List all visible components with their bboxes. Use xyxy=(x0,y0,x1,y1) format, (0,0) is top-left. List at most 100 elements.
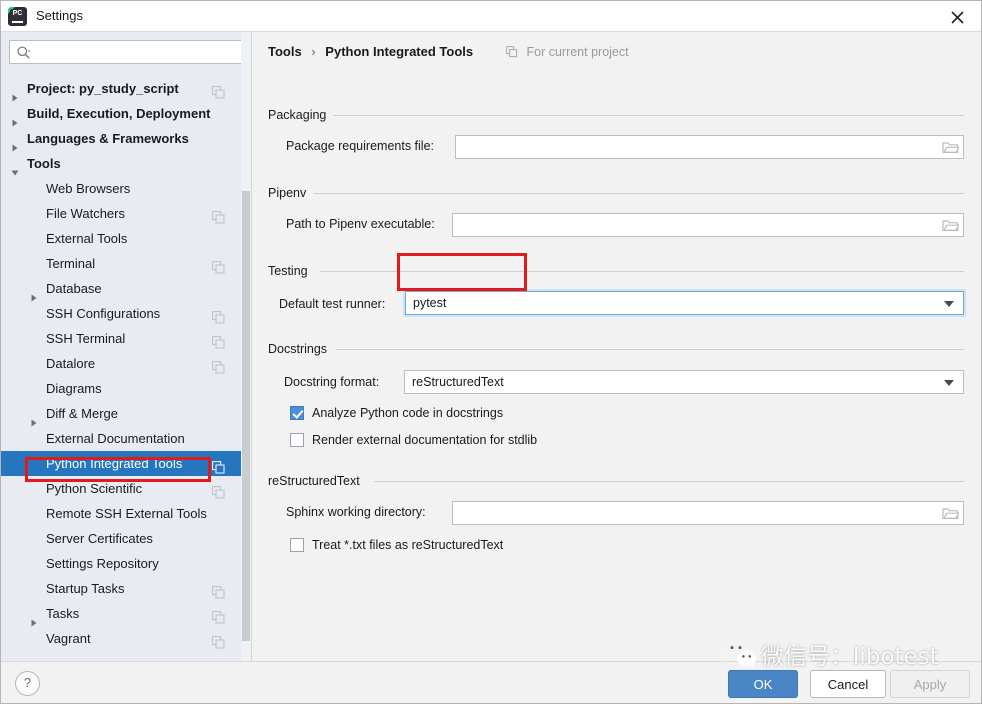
folder-icon[interactable] xyxy=(942,505,959,521)
sidebar-item-label: Vagrant xyxy=(46,626,91,651)
sphinx-directory-input[interactable] xyxy=(458,502,940,526)
breadcrumb-current: Python Integrated Tools xyxy=(325,44,473,59)
copy-icon[interactable] xyxy=(212,82,225,95)
section-rule-docstrings xyxy=(336,349,964,350)
sidebar-item-vagrant[interactable]: Vagrant xyxy=(1,626,241,651)
sidebar-item-settings-repository[interactable]: Settings Repository xyxy=(1,551,241,576)
sidebar-item-diff-merge[interactable]: Diff & Merge xyxy=(1,401,241,426)
copy-icon[interactable] xyxy=(212,257,225,270)
chevron-down-icon[interactable] xyxy=(11,160,18,168)
folder-icon[interactable] xyxy=(942,217,959,233)
sidebar-item-label: Tasks xyxy=(46,601,79,626)
dialog-footer: ? OK Cancel Apply xyxy=(1,661,982,704)
sidebar-item-web-browsers[interactable]: Web Browsers xyxy=(1,176,241,201)
sidebar-item-label: Server Certificates xyxy=(46,526,153,551)
copy-icon xyxy=(506,46,518,61)
search-input[interactable] xyxy=(36,41,240,65)
scope-label: For current project xyxy=(526,45,628,59)
breadcrumb-parent[interactable]: Tools xyxy=(268,44,302,59)
scope-indicator: For current project xyxy=(506,45,629,61)
section-title-pipenv: Pipenv xyxy=(268,186,313,200)
render-external-doc-checkbox[interactable] xyxy=(290,433,304,447)
copy-icon[interactable] xyxy=(212,357,225,370)
package-requirements-label: Package requirements file: xyxy=(286,139,434,153)
chevron-down-icon[interactable] xyxy=(944,380,954,386)
sidebar-item-datalore[interactable]: Datalore xyxy=(1,351,241,376)
copy-icon[interactable] xyxy=(212,607,225,620)
copy-icon[interactable] xyxy=(212,482,225,495)
pipenv-path-input[interactable] xyxy=(458,214,940,238)
sidebar-item-label: Settings Repository xyxy=(46,551,159,576)
sidebar-item-diagrams[interactable]: Diagrams xyxy=(1,376,241,401)
sidebar-item-startup-tasks[interactable]: Startup Tasks xyxy=(1,576,241,601)
copy-icon[interactable] xyxy=(212,632,225,645)
docstring-format-combobox[interactable]: reStructuredText xyxy=(404,370,964,394)
default-test-runner-combobox[interactable]: pytest xyxy=(405,291,964,315)
breadcrumb-separator: › xyxy=(305,44,321,59)
sidebar-item-project-py-study-script[interactable]: Project: py_study_script xyxy=(1,76,241,101)
sidebar-item-tasks[interactable]: Tasks xyxy=(1,601,241,626)
sidebar-item-python-scientific[interactable]: Python Scientific xyxy=(1,476,241,501)
chevron-right-icon[interactable] xyxy=(30,285,37,293)
pipenv-path-field[interactable] xyxy=(452,213,964,237)
ok-button[interactable]: OK xyxy=(728,670,798,698)
section-rule-restructuredtext xyxy=(374,481,964,482)
chevron-right-icon[interactable] xyxy=(11,110,18,118)
sidebar-item-remote-ssh-external-tools[interactable]: Remote SSH External Tools xyxy=(1,501,241,526)
search-box[interactable] xyxy=(9,40,242,64)
cancel-button[interactable]: Cancel xyxy=(810,670,886,698)
sidebar-item-external-documentation[interactable]: External Documentation xyxy=(1,426,241,451)
sidebar-item-python-integrated-tools[interactable]: Python Integrated Tools xyxy=(1,451,241,476)
sidebar-item-database[interactable]: Database xyxy=(1,276,241,301)
copy-icon[interactable] xyxy=(212,332,225,345)
title-bar: PC Settings xyxy=(1,1,982,32)
chevron-right-icon[interactable] xyxy=(11,85,18,93)
sidebar-scrollbar-thumb[interactable] xyxy=(242,191,250,641)
sidebar-item-ssh-configurations[interactable]: SSH Configurations xyxy=(1,301,241,326)
copy-icon[interactable] xyxy=(212,307,225,320)
sidebar-item-label: Startup Tasks xyxy=(46,576,125,601)
default-test-runner-value: pytest xyxy=(413,292,446,314)
sphinx-directory-field[interactable] xyxy=(452,501,964,525)
sidebar-item-file-watchers[interactable]: File Watchers xyxy=(1,201,241,226)
render-external-doc-label: Render external documentation for stdlib xyxy=(312,431,537,449)
chevron-right-icon[interactable] xyxy=(11,135,18,143)
sidebar-item-server-certificates[interactable]: Server Certificates xyxy=(1,526,241,551)
sidebar-item-label: External Documentation xyxy=(46,426,185,451)
sidebar-item-external-tools[interactable]: External Tools xyxy=(1,226,241,251)
chevron-right-icon[interactable] xyxy=(30,410,37,418)
sidebar-item-build-execution-deployment[interactable]: Build, Execution, Deployment xyxy=(1,101,241,126)
package-requirements-field[interactable] xyxy=(455,135,964,159)
settings-content: Tools › Python Integrated Tools For curr… xyxy=(252,32,982,661)
sidebar-item-label: Diff & Merge xyxy=(46,401,118,426)
sidebar-item-label: Build, Execution, Deployment xyxy=(27,101,210,126)
sidebar-item-tools[interactable]: Tools xyxy=(1,151,241,176)
sidebar-item-ssh-terminal[interactable]: SSH Terminal xyxy=(1,326,241,351)
sidebar-item-terminal[interactable]: Terminal xyxy=(1,251,241,276)
copy-icon[interactable] xyxy=(212,582,225,595)
folder-icon[interactable] xyxy=(942,139,959,155)
apply-button: Apply xyxy=(890,670,970,698)
treat-txt-label: Treat *.txt files as reStructuredText xyxy=(312,536,503,554)
section-rule-pipenv xyxy=(314,193,964,194)
settings-tree: Project: py_study_scriptBuild, Execution… xyxy=(1,76,241,661)
settings-sidebar: Project: py_study_scriptBuild, Execution… xyxy=(1,32,251,661)
default-test-runner-label: Default test runner: xyxy=(279,297,385,311)
analyze-python-code-checkbox[interactable] xyxy=(290,406,304,420)
window-title: Settings xyxy=(36,8,83,23)
copy-icon[interactable] xyxy=(212,457,225,470)
pycharm-logo-icon: PC xyxy=(8,7,27,26)
sidebar-item-languages-frameworks[interactable]: Languages & Frameworks xyxy=(1,126,241,151)
copy-icon[interactable] xyxy=(212,207,225,220)
chevron-down-icon[interactable] xyxy=(944,301,954,307)
close-icon[interactable] xyxy=(937,3,977,30)
treat-txt-checkbox[interactable] xyxy=(290,538,304,552)
sidebar-item-label: Remote SSH External Tools xyxy=(46,501,207,526)
package-requirements-input[interactable] xyxy=(461,136,940,160)
sidebar-item-label: File Watchers xyxy=(46,201,125,226)
sidebar-item-label: Languages & Frameworks xyxy=(27,126,189,151)
sidebar-item-label: External Tools xyxy=(46,226,127,251)
chevron-right-icon[interactable] xyxy=(30,610,37,618)
sidebar-item-label: SSH Configurations xyxy=(46,301,160,326)
help-button[interactable]: ? xyxy=(15,671,40,696)
